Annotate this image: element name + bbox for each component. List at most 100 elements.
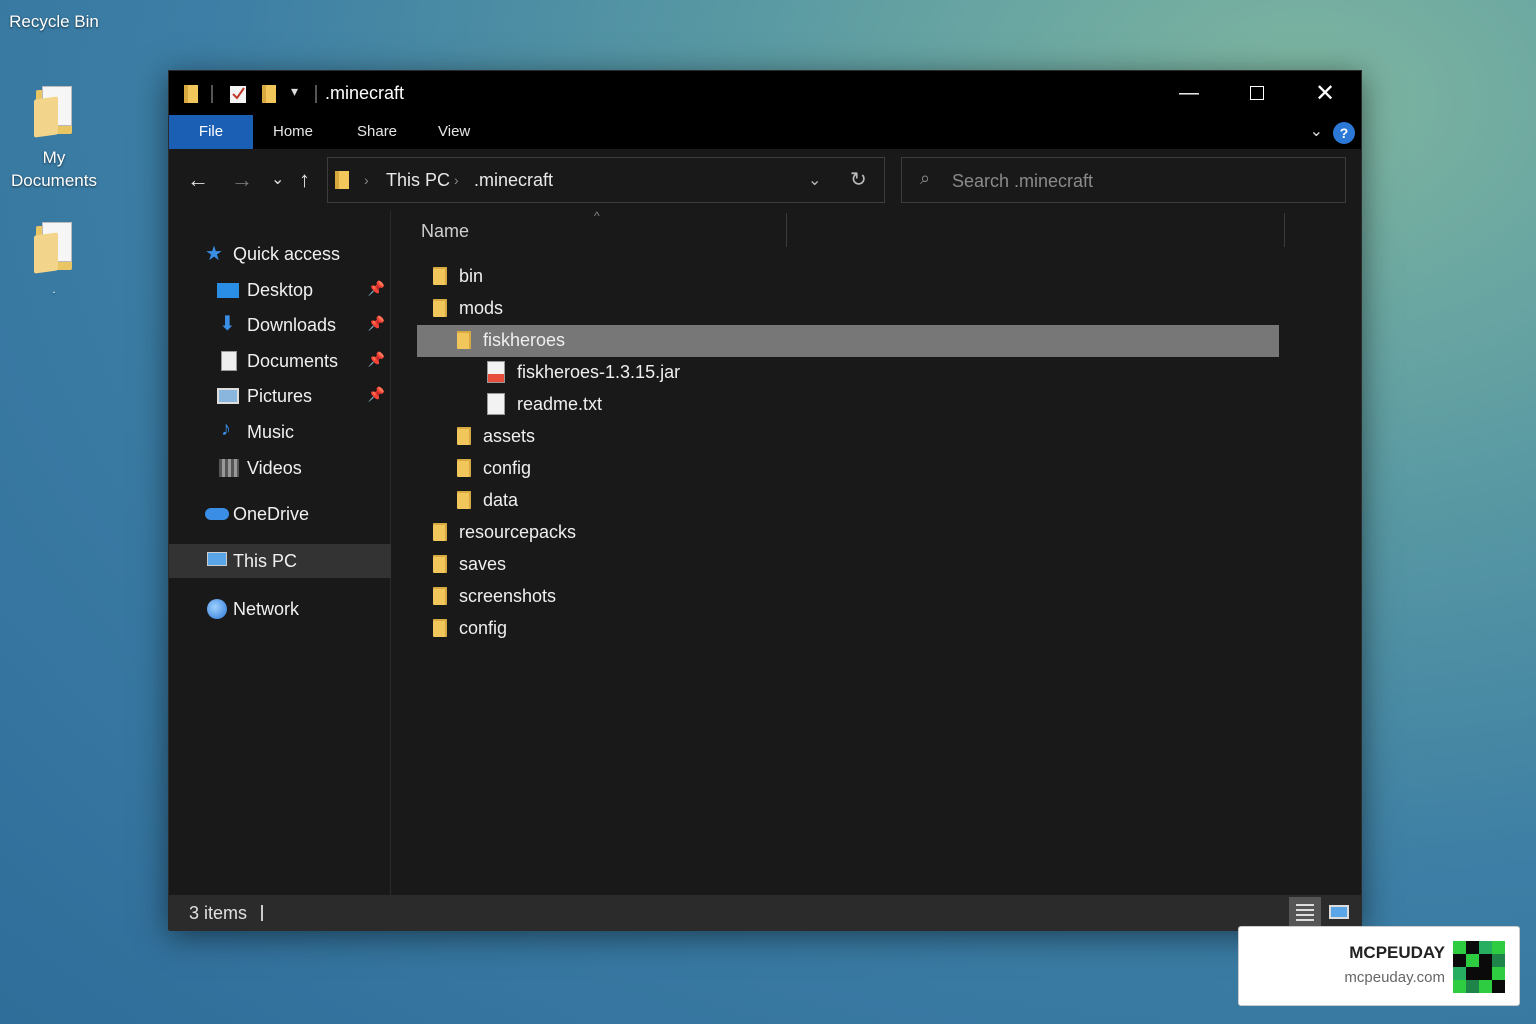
sidebar-item-desktop[interactable]: Desktop 📌 <box>169 273 391 307</box>
column-divider[interactable] <box>786 213 787 247</box>
list-item[interactable]: fiskheroes <box>417 325 1279 357</box>
maximize-button[interactable] <box>1223 71 1291 115</box>
back-button[interactable]: ← <box>187 167 209 193</box>
pin-icon[interactable]: 📌 <box>368 280 385 297</box>
pictures-icon <box>217 388 239 404</box>
list-item[interactable]: resourcepacks <box>417 517 1279 549</box>
large-icons-view-button[interactable] <box>1323 897 1355 927</box>
help-icon[interactable]: ? <box>1333 122 1355 144</box>
tab-home[interactable]: Home <box>273 115 313 149</box>
sort-ascending-icon: ^ <box>594 209 600 223</box>
list-item-label: bin <box>459 266 484 286</box>
list-item-label: resourcepacks <box>459 522 577 542</box>
address-bar[interactable]: › This PC › .minecraft ⌄ ↻ <box>327 157 885 203</box>
sidebar-item-quick-access[interactable]: ★ Quick access <box>169 237 391 271</box>
sidebar-item-pictures[interactable]: Pictures 📌 <box>169 379 391 413</box>
jar-file-icon <box>487 361 505 383</box>
up-button[interactable]: ↑ <box>299 167 310 193</box>
sidebar-item-music[interactable]: ♪ Music <box>169 415 391 449</box>
address-dropdown-icon[interactable]: ⌄ <box>808 170 821 190</box>
minimize-button[interactable]: — <box>1155 71 1223 115</box>
computer-icon <box>207 552 227 566</box>
list-item-label: mods <box>459 298 504 318</box>
list-item-label: screenshots <box>459 586 557 606</box>
breadcrumb-this-pc[interactable]: This PC <box>386 170 450 191</box>
list-item-label: assets <box>483 426 536 446</box>
navigation-bar: ← → ⌄ ↑ › This PC › .minecraft ⌄ ↻ ⌕ <box>169 149 1361 211</box>
maximize-icon <box>1250 86 1264 100</box>
list-item[interactable]: data <box>417 485 1279 517</box>
properties-icon[interactable] <box>229 84 247 104</box>
pin-icon[interactable]: 📌 <box>368 386 385 403</box>
list-item-label: fiskheroes <box>483 330 566 350</box>
search-box[interactable]: ⌕ <box>901 157 1346 203</box>
list-item[interactable]: config <box>417 613 1279 645</box>
pin-icon[interactable]: 📌 <box>368 315 385 332</box>
recycle-bin-label: Recycle Bin <box>9 12 99 31</box>
item-count: 3 items <box>189 903 248 923</box>
details-view-button[interactable] <box>1289 897 1321 927</box>
list-item[interactable]: mods <box>417 293 1279 325</box>
cloud-icon <box>205 508 229 520</box>
minimize-icon: — <box>1179 81 1199 104</box>
sidebar-item-network[interactable]: Network <box>169 592 391 626</box>
tab-view[interactable]: View <box>438 115 470 149</box>
pin-icon[interactable]: 📌 <box>368 351 385 368</box>
sidebar-item-documents[interactable]: Documents 📌 <box>169 344 391 378</box>
watermark-site: mcpeuday.com <box>1344 969 1445 986</box>
breadcrumb-minecraft[interactable]: .minecraft <box>474 170 553 191</box>
customize-toolbar-icon[interactable]: ▾ <box>291 83 298 100</box>
desktop-icon <box>217 283 239 298</box>
column-header-name[interactable]: Name <box>421 221 469 242</box>
list-item-label: saves <box>459 554 507 574</box>
list-item-label: config <box>483 458 532 478</box>
tab-file[interactable]: File <box>169 115 253 149</box>
close-button[interactable]: ✕ <box>1291 71 1359 115</box>
recent-locations-icon[interactable]: ⌄ <box>271 169 284 189</box>
documents-icon <box>221 351 237 371</box>
sidebar-item-videos[interactable]: Videos <box>169 451 391 485</box>
list-item[interactable]: readme.txt <box>417 389 1279 421</box>
list-item[interactable]: screenshots <box>417 581 1279 613</box>
folder-icon <box>433 587 447 605</box>
star-icon: ★ <box>205 243 223 265</box>
text-file-icon <box>487 393 505 415</box>
desktop-icon-recycle-bin[interactable]: Recycle Bin <box>4 10 104 33</box>
forward-button[interactable]: → <box>231 167 253 193</box>
search-input[interactable] <box>952 168 1332 194</box>
navigation-pane: ★ Quick access Desktop 📌 ⬇ Downloads 📌 D… <box>169 211 391 895</box>
my-documents-label: My Documents <box>11 148 97 190</box>
tab-share[interactable]: Share <box>357 115 397 149</box>
desktop-icon-folder[interactable]: . <box>4 222 104 301</box>
title-separator <box>211 85 213 103</box>
column-divider[interactable] <box>1284 213 1285 247</box>
folder-icon <box>457 331 471 349</box>
breadcrumb-chevron-icon: › <box>364 172 369 188</box>
expand-ribbon-icon[interactable]: ⌄ <box>1310 121 1323 141</box>
folder-icon <box>457 459 471 477</box>
folder-icon <box>433 267 447 285</box>
list-item-label: config <box>459 618 508 638</box>
list-item[interactable]: config <box>417 453 1279 485</box>
status-bar: 3 items <box>169 895 1361 931</box>
refresh-icon[interactable]: ↻ <box>850 167 867 192</box>
folder-label: . <box>52 282 56 296</box>
folder-icon <box>433 619 447 637</box>
list-item[interactable]: assets <box>417 421 1279 453</box>
title-bar: ▾ .minecraft — ✕ <box>169 71 1361 115</box>
new-folder-icon[interactable] <box>261 84 277 104</box>
large-icons-view-icon <box>1329 905 1349 919</box>
folder-icon <box>457 491 471 509</box>
desktop-icon-my-documents[interactable]: My Documents <box>4 86 104 192</box>
folder-icon <box>184 85 198 103</box>
folder-icon <box>433 555 447 573</box>
list-item[interactable]: bin <box>417 261 1279 293</box>
list-item[interactable]: fiskheroes-1.3.15.jar <box>417 357 1279 389</box>
breadcrumb-chevron-icon: › <box>454 172 459 188</box>
sidebar-item-downloads[interactable]: ⬇ Downloads 📌 <box>169 308 391 342</box>
sidebar-item-onedrive[interactable]: OneDrive <box>169 497 391 531</box>
folder-icon <box>335 171 349 189</box>
network-icon <box>207 599 227 619</box>
sidebar-item-this-pc[interactable]: This PC <box>169 544 391 578</box>
list-item[interactable]: saves <box>417 549 1279 581</box>
